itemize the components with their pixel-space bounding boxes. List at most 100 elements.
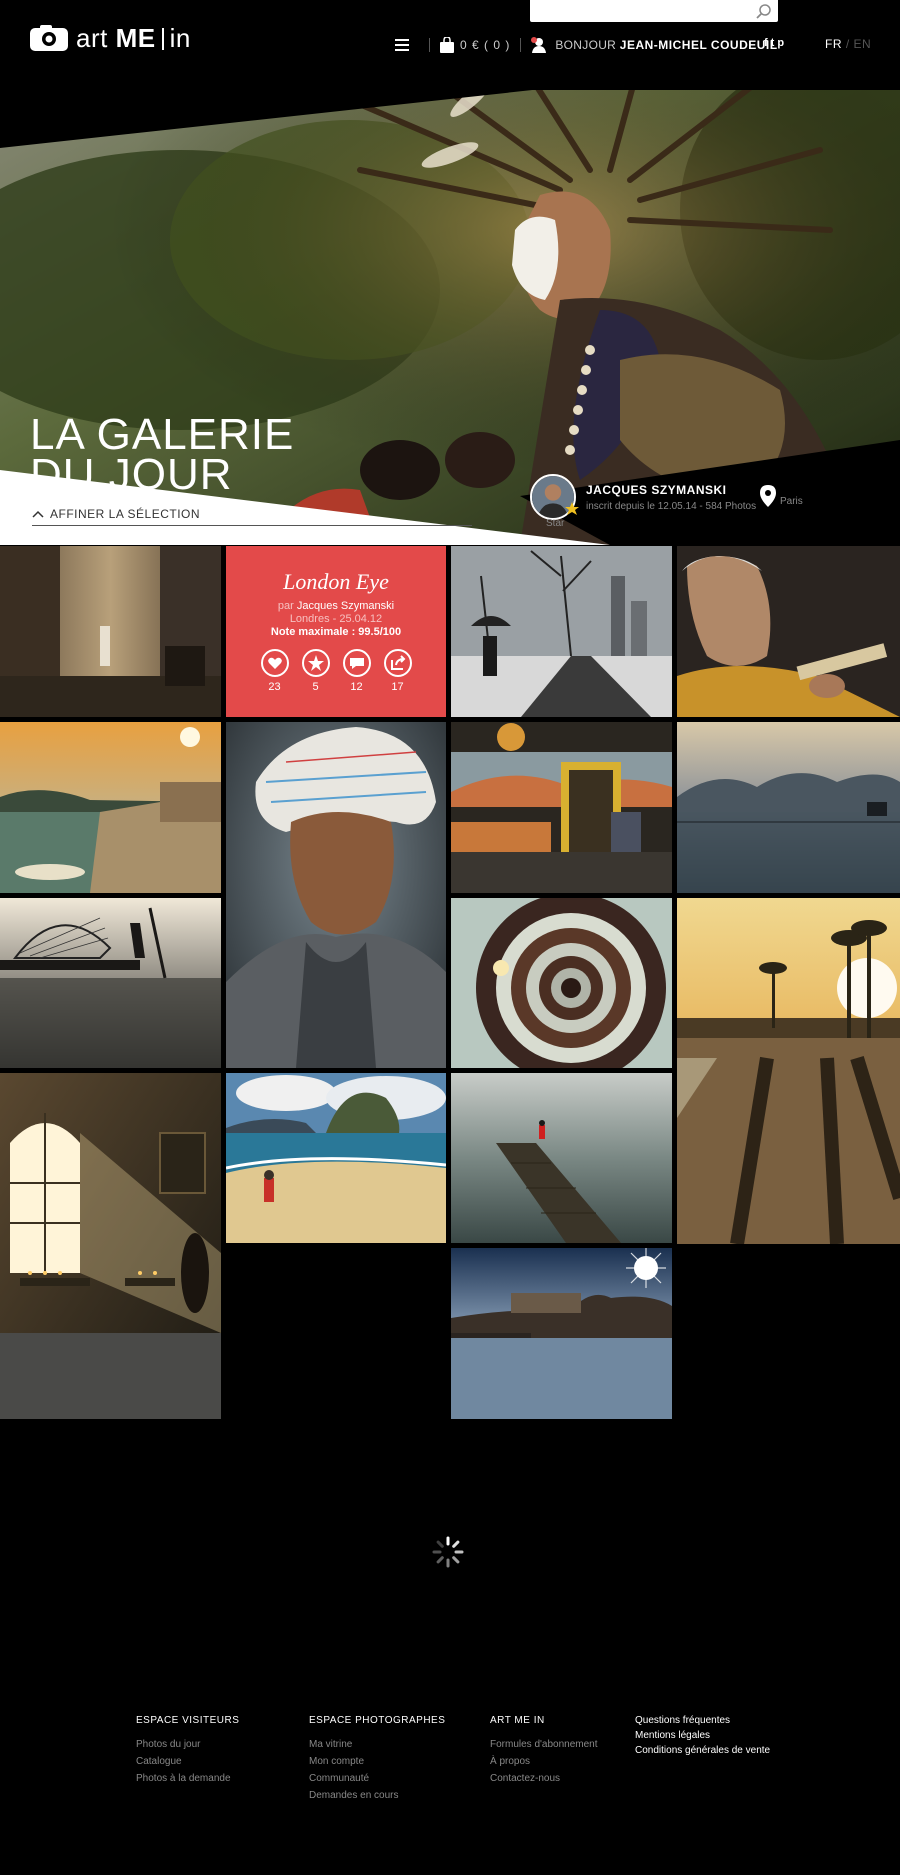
search-input[interactable] xyxy=(530,0,740,22)
footer-artmein: ART ME IN Formules d'abonnement À propos… xyxy=(490,1715,598,1790)
footer-link[interactable]: Photos à la demande xyxy=(136,1773,239,1784)
logo-word: art xyxy=(76,23,108,53)
author-name[interactable]: Jacques Szymanski xyxy=(297,600,394,612)
share-stat[interactable]: 17 xyxy=(383,648,413,693)
top-nav: 0 € ( 0 ) BONJOUR JEAN-MICHEL COUDEUIL xyxy=(395,36,778,54)
camera-logo-icon xyxy=(30,25,68,51)
featured-photo-stats: 23 5 12 17 xyxy=(226,648,446,693)
photo-tile[interactable] xyxy=(451,898,672,1068)
share-icon xyxy=(383,649,412,677)
footer-link[interactable]: Conditions générales de vente xyxy=(635,1745,770,1756)
photographer-rank: Star xyxy=(546,518,565,529)
user-greeting[interactable]: BONJOUR JEAN-MICHEL COUDEUIL xyxy=(555,38,777,52)
photo-tile[interactable] xyxy=(451,722,672,893)
footer-link[interactable]: Photos du jour xyxy=(136,1739,239,1750)
location-pin-icon xyxy=(760,485,776,507)
like-count: 23 xyxy=(268,681,281,693)
nav-separator xyxy=(429,38,430,52)
photo-tile[interactable] xyxy=(0,722,221,893)
photo-tile[interactable] xyxy=(0,546,221,717)
footer-link[interactable]: Communauté xyxy=(309,1773,445,1784)
refine-underline xyxy=(32,525,472,526)
lang-en[interactable]: EN xyxy=(854,37,872,51)
footer-link[interactable]: À propos xyxy=(490,1756,598,1767)
language-switch: FR / EN xyxy=(825,37,871,51)
share-count: 17 xyxy=(391,681,404,693)
photo-tile[interactable] xyxy=(451,1248,672,1419)
footer-visitors: ESPACE VISITEURS Photos du jour Catalogu… xyxy=(136,1715,239,1790)
hero-title: LA GALERIE DU JOUR xyxy=(30,410,295,499)
lang-fr[interactable]: FR xyxy=(825,37,842,51)
site-footer: ESPACE VISITEURS Photos du jour Catalogu… xyxy=(0,1705,900,1875)
featured-photo-card[interactable]: London Eye par Jacques Szymanski Londres… xyxy=(226,546,446,717)
star-icon xyxy=(301,649,330,677)
photo-tile[interactable] xyxy=(677,898,900,1244)
photographer-info: JACQUES SZYMANSKI inscrit depuis le 12.0… xyxy=(586,483,756,512)
footer-photographers: ESPACE PHOTOGRAPHES Ma vitrine Mon compt… xyxy=(309,1715,445,1807)
site-header: art ME in 0 € ( 0 ) BONJOUR JEAN-MICHEL C… xyxy=(0,0,900,90)
photo-tile[interactable] xyxy=(677,546,900,717)
footer-legal: Questions fréquentes Mentions légales Co… xyxy=(635,1715,770,1760)
footer-link[interactable]: Mon compte xyxy=(309,1756,445,1767)
photographer-meta: inscrit depuis le 12.05.14 - 584 Photos xyxy=(586,500,757,512)
menu-icon[interactable] xyxy=(395,39,409,51)
footer-link[interactable]: Ma vitrine xyxy=(309,1739,445,1750)
photo-tile[interactable] xyxy=(0,1073,221,1419)
photographer-name[interactable]: JACQUES SZYMANSKI xyxy=(586,483,756,497)
twitter-icon[interactable]: t xyxy=(771,37,775,49)
author-prefix: par xyxy=(277,600,294,612)
photo-tile[interactable] xyxy=(451,1073,672,1243)
photo-tile[interactable] xyxy=(226,1073,446,1243)
lang-separator: / xyxy=(845,37,850,51)
location-label: Paris xyxy=(780,496,803,507)
logo-in: in xyxy=(169,23,191,53)
user-icon[interactable] xyxy=(531,37,547,53)
chevron-up-icon xyxy=(32,510,44,518)
greeting-word: BONJOUR xyxy=(555,38,617,52)
logo-me: ME xyxy=(115,23,156,53)
cart-summary[interactable]: 0 € ( 0 ) xyxy=(460,38,510,52)
comment-stat[interactable]: 12 xyxy=(342,648,372,693)
footer-link[interactable]: Mentions légales xyxy=(635,1730,770,1741)
footer-link[interactable]: Formules d'abonnement xyxy=(490,1739,598,1750)
photographer-card[interactable]: JACQUES SZYMANSKI inscrit depuis le 12.0… xyxy=(530,474,756,520)
featured-photo-place-date: Londres - 25.04.12 xyxy=(289,613,383,625)
photo-tile[interactable] xyxy=(226,722,446,1068)
featured-photo-author: par Jacques Szymanski xyxy=(226,600,446,612)
refine-selection-label: AFFINER LA SÉLECTION xyxy=(50,507,201,521)
footer-link[interactable]: Contactez-nous xyxy=(490,1773,598,1784)
photo-tile[interactable] xyxy=(677,722,900,893)
heart-icon xyxy=(260,649,289,677)
hero-title-line2: DU JOUR xyxy=(30,450,233,499)
featured-photo-score: Note maximale : 99.5/100 xyxy=(270,626,402,638)
loading-spinner-icon xyxy=(432,1536,464,1568)
photo-tile[interactable] xyxy=(0,898,221,1068)
social-links: f t p xyxy=(764,37,784,49)
logo-text: art ME in xyxy=(76,25,191,51)
nav-separator xyxy=(520,38,522,52)
photo-tile[interactable] xyxy=(451,546,672,717)
footer-link[interactable]: Demandes en cours xyxy=(309,1790,445,1801)
footer-visitors-title: ESPACE VISITEURS xyxy=(136,1715,240,1726)
photographer-location: Paris xyxy=(760,485,803,507)
logo-separator xyxy=(161,28,164,50)
favorite-count: 5 xyxy=(312,681,319,693)
favorite-stat[interactable]: 5 xyxy=(301,648,331,693)
facebook-icon[interactable]: f xyxy=(764,37,768,49)
search-icon[interactable] xyxy=(756,3,772,19)
logo[interactable]: art ME in xyxy=(30,25,191,51)
search-box xyxy=(530,0,778,22)
footer-artmein-title: ART ME IN xyxy=(490,1715,545,1726)
footer-link[interactable]: Catalogue xyxy=(136,1756,239,1767)
pinterest-icon[interactable]: p xyxy=(777,37,784,49)
shopping-bag-icon[interactable] xyxy=(440,37,454,53)
hero-title-line1: LA GALERIE xyxy=(30,410,295,459)
footer-photographers-title: ESPACE PHOTOGRAPHES xyxy=(309,1715,446,1726)
like-stat[interactable]: 23 xyxy=(260,648,290,693)
comment-count: 12 xyxy=(350,681,363,693)
user-name: JEAN-MICHEL COUDEUIL xyxy=(619,38,778,52)
refine-selection-button[interactable]: AFFINER LA SÉLECTION xyxy=(32,507,200,521)
footer-link[interactable]: Questions fréquentes xyxy=(635,1715,770,1726)
comment-icon xyxy=(342,649,371,677)
featured-photo-title[interactable]: London Eye xyxy=(226,569,446,595)
